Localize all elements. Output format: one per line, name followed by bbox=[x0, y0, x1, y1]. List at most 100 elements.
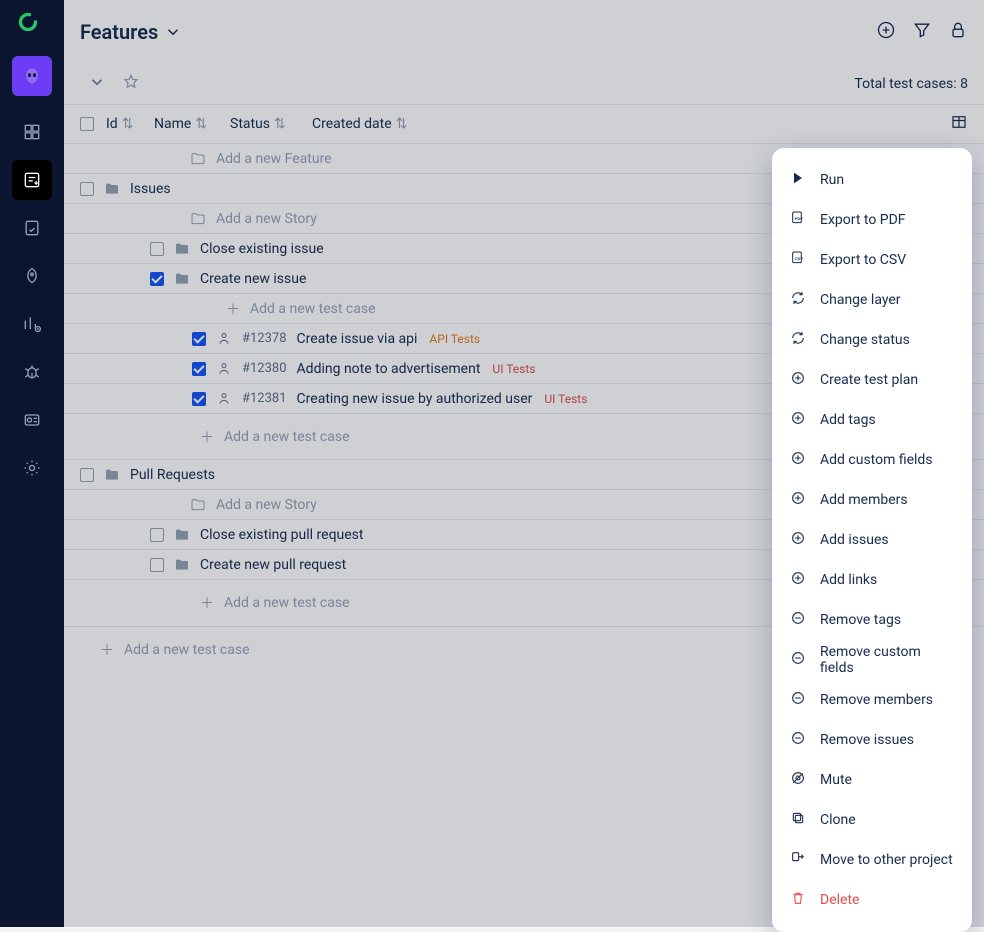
add-button[interactable] bbox=[876, 20, 896, 44]
menu-item-label: Add tags bbox=[820, 412, 876, 428]
test-case-tag: UI Tests bbox=[490, 362, 537, 376]
plus-circle-icon bbox=[790, 450, 806, 470]
menu-item-label: Add issues bbox=[820, 532, 889, 548]
story-checkbox[interactable] bbox=[150, 242, 164, 256]
add-story-label: Add a new Story bbox=[216, 211, 317, 227]
columns-header: Id ⇅ Name ⇅ Status ⇅ Created date ⇅ bbox=[64, 104, 984, 144]
menu-item-add-custom-fields[interactable]: Add custom fields bbox=[772, 440, 972, 480]
menu-item-create-test-plan[interactable]: Create test plan bbox=[772, 360, 972, 400]
test-case-id: #12380 bbox=[242, 361, 287, 376]
col-created-date[interactable]: Created date ⇅ bbox=[312, 116, 407, 132]
menu-item-delete[interactable]: Delete bbox=[772, 880, 972, 920]
add-story-label: Add a new Story bbox=[216, 497, 317, 513]
plus-icon: ＋ bbox=[200, 593, 214, 613]
context-menu: Run Export to PDF Export to CSV Change laye… bbox=[772, 148, 972, 932]
manual-icon bbox=[216, 391, 232, 407]
story-checkbox[interactable] bbox=[150, 272, 164, 286]
menu-item-add-issues[interactable]: Add issues bbox=[772, 520, 972, 560]
sidebar-project-avatar[interactable] bbox=[12, 56, 52, 96]
minus-circle-icon bbox=[790, 690, 806, 710]
filter-button[interactable] bbox=[912, 20, 932, 44]
feature-name: Issues bbox=[130, 181, 171, 197]
sidebar-nav-launches[interactable] bbox=[12, 256, 52, 296]
menu-item-label: Export to CSV bbox=[820, 252, 906, 268]
favorite-button[interactable] bbox=[122, 73, 140, 95]
menu-item-mute[interactable]: Mute bbox=[772, 760, 972, 800]
menu-item-add-links[interactable]: Add links bbox=[772, 560, 972, 600]
menu-item-label: Change layer bbox=[820, 292, 901, 308]
folder-icon bbox=[104, 467, 120, 483]
menu-item-export-csv[interactable]: Export to CSV bbox=[772, 240, 972, 280]
test-case-checkbox[interactable] bbox=[192, 332, 206, 346]
test-case-id: #12378 bbox=[242, 331, 287, 346]
menu-item-remove-issues[interactable]: Remove issues bbox=[772, 720, 972, 760]
sidebar-nav-dashboards[interactable] bbox=[12, 112, 52, 152]
story-name: Create new pull request bbox=[200, 557, 346, 573]
folder-icon bbox=[174, 557, 190, 573]
plus-icon: ＋ bbox=[226, 299, 240, 319]
story-checkbox[interactable] bbox=[150, 528, 164, 542]
sort-icon: ⇅ bbox=[122, 116, 134, 132]
add-test-case-label: Add a new test case bbox=[224, 429, 350, 445]
trash-icon bbox=[790, 890, 806, 910]
menu-item-label: Clone bbox=[820, 812, 856, 828]
test-case-checkbox[interactable] bbox=[192, 392, 206, 406]
test-case-id: #12381 bbox=[242, 391, 287, 406]
story-name: Close existing pull request bbox=[200, 527, 363, 543]
minus-circle-icon bbox=[790, 650, 806, 670]
test-case-tag: UI Tests bbox=[542, 392, 589, 406]
app-logo bbox=[18, 12, 46, 40]
col-id[interactable]: Id ⇅ bbox=[106, 116, 142, 132]
lock-button[interactable] bbox=[948, 20, 968, 44]
menu-item-clone[interactable]: Clone bbox=[772, 800, 972, 840]
menu-item-run[interactable]: Run bbox=[772, 160, 972, 200]
pdf-icon bbox=[790, 210, 806, 230]
folder-icon bbox=[104, 181, 120, 197]
sort-icon: ⇅ bbox=[274, 116, 286, 132]
menu-item-change-status[interactable]: Change status bbox=[772, 320, 972, 360]
menu-item-remove-members[interactable]: Remove members bbox=[772, 680, 972, 720]
sidebar-nav-settings[interactable] bbox=[12, 448, 52, 488]
menu-item-label: Remove issues bbox=[820, 732, 914, 748]
topbar: Features bbox=[64, 0, 984, 64]
sidebar-nav-test-plans[interactable] bbox=[12, 208, 52, 248]
test-case-tag: API Tests bbox=[427, 332, 482, 346]
menu-item-label: Add members bbox=[820, 492, 908, 508]
menu-item-move[interactable]: Move to other project bbox=[772, 840, 972, 880]
feature-checkbox[interactable] bbox=[80, 468, 94, 482]
menu-item-change-layer[interactable]: Change layer bbox=[772, 280, 972, 320]
sidebar-nav-defects[interactable] bbox=[12, 352, 52, 392]
menu-item-label: Mute bbox=[820, 772, 852, 788]
select-all-checkbox[interactable] bbox=[80, 117, 94, 131]
chevron-down-icon[interactable] bbox=[164, 23, 182, 41]
test-case-title: Create issue via api bbox=[297, 331, 418, 347]
add-test-case-label: Add a new test case bbox=[224, 595, 350, 611]
col-name[interactable]: Name ⇅ bbox=[154, 116, 218, 132]
folder-outline-icon bbox=[190, 497, 206, 513]
collapse-all-button[interactable] bbox=[88, 73, 106, 95]
menu-item-label: Run bbox=[820, 172, 844, 188]
story-checkbox[interactable] bbox=[150, 558, 164, 572]
menu-item-add-tags[interactable]: Add tags bbox=[772, 400, 972, 440]
sidebar-nav-analytics[interactable] bbox=[12, 304, 52, 344]
menu-item-remove-tags[interactable]: Remove tags bbox=[772, 600, 972, 640]
total-test-cases: Total test cases: 8 bbox=[854, 76, 968, 92]
menu-item-remove-custom-fields[interactable]: Remove custom fields bbox=[772, 640, 972, 680]
sidebar-nav-jobs[interactable] bbox=[12, 400, 52, 440]
folder-icon bbox=[174, 527, 190, 543]
plus-circle-icon bbox=[790, 370, 806, 390]
menu-item-label: Add custom fields bbox=[820, 452, 933, 468]
menu-item-add-members[interactable]: Add members bbox=[772, 480, 972, 520]
sidebar bbox=[0, 0, 64, 927]
table-settings-button[interactable] bbox=[950, 113, 968, 135]
plus-icon: ＋ bbox=[100, 640, 114, 660]
minus-circle-icon bbox=[790, 610, 806, 630]
feature-checkbox[interactable] bbox=[80, 182, 94, 196]
menu-item-label: Export to PDF bbox=[820, 212, 906, 228]
menu-item-export-pdf[interactable]: Export to PDF bbox=[772, 200, 972, 240]
sidebar-nav-test-cases[interactable] bbox=[12, 160, 52, 200]
menu-item-label: Remove members bbox=[820, 692, 933, 708]
test-case-checkbox[interactable] bbox=[192, 362, 206, 376]
col-status[interactable]: Status ⇅ bbox=[230, 116, 300, 132]
menu-item-label: Create test plan bbox=[820, 372, 918, 388]
